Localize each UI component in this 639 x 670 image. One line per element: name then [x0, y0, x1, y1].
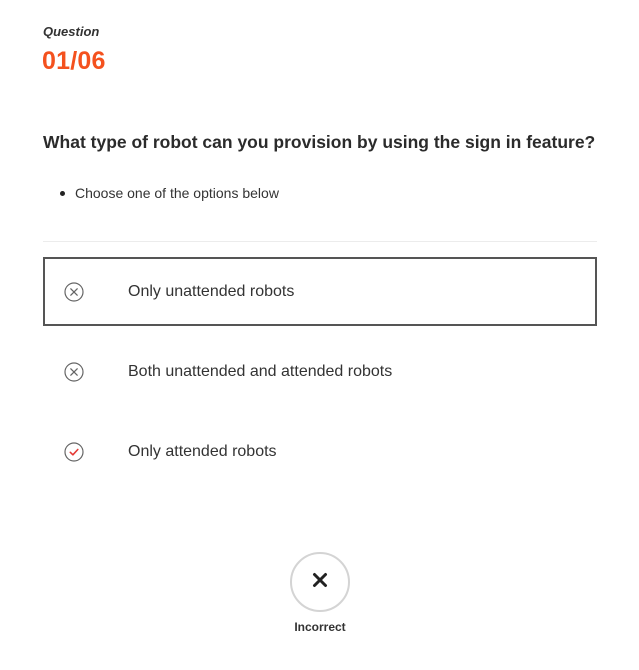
option-label: Only attended robots — [128, 442, 277, 460]
option-label: Both unattended and attended robots — [128, 362, 393, 380]
question-text: What type of robot can you provision by … — [43, 132, 596, 152]
result-label: Incorrect — [294, 620, 346, 634]
result-button[interactable] — [290, 552, 350, 612]
option-both[interactable]: Both unattended and attended robots — [43, 337, 597, 406]
option-label: Only unattended robots — [128, 282, 295, 300]
option-only-attended[interactable]: Only attended robots — [43, 417, 597, 486]
option-only-unattended[interactable]: Only unattended robots — [43, 257, 597, 326]
x-icon — [312, 572, 328, 593]
check-circle-icon — [64, 441, 84, 462]
question-number: 01/06 — [42, 47, 106, 75]
instruction-item: Choose one of the options below — [60, 185, 279, 201]
question-label: Question — [43, 24, 100, 39]
divider — [43, 241, 597, 242]
x-circle-icon — [64, 361, 84, 382]
x-circle-icon — [64, 281, 84, 302]
quiz-page: Question 01/06 What type of robot can yo… — [0, 0, 639, 670]
instructions-list: Choose one of the options below — [60, 185, 279, 201]
